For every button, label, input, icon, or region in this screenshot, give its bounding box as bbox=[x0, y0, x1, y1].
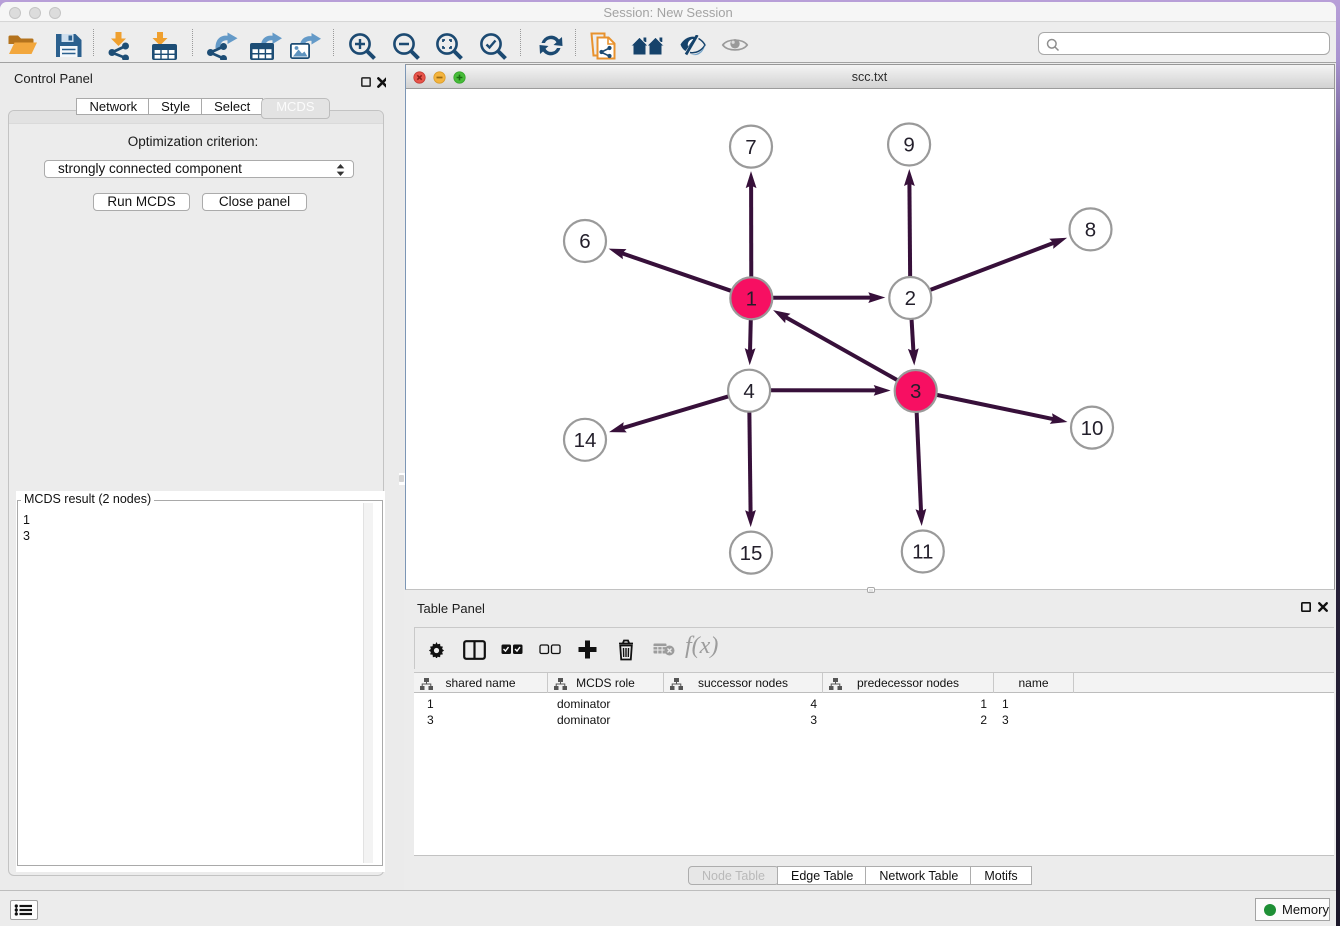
svg-text:9: 9 bbox=[903, 133, 914, 156]
svg-text:7: 7 bbox=[745, 135, 756, 158]
svg-text:11: 11 bbox=[912, 540, 933, 563]
svg-text:3: 3 bbox=[909, 380, 920, 403]
svg-text:10: 10 bbox=[1080, 416, 1103, 439]
svg-text:4: 4 bbox=[743, 379, 754, 402]
svg-text:14: 14 bbox=[573, 429, 596, 452]
svg-text:8: 8 bbox=[1084, 218, 1095, 241]
svg-text:1: 1 bbox=[745, 287, 756, 310]
svg-text:15: 15 bbox=[739, 541, 762, 564]
svg-text:2: 2 bbox=[904, 287, 915, 310]
svg-text:6: 6 bbox=[579, 230, 590, 253]
